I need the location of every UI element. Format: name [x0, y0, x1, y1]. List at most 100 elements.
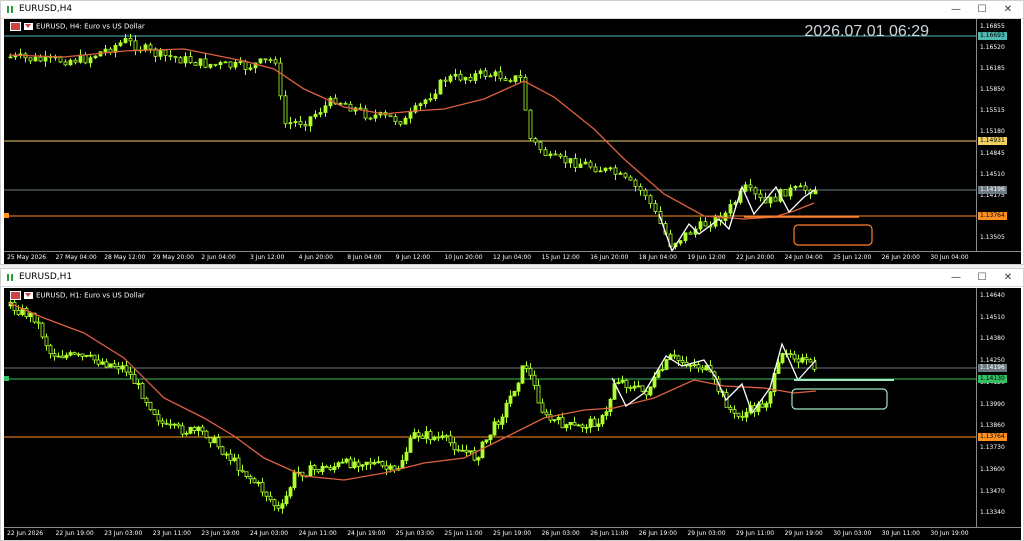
candle-body	[498, 71, 503, 80]
h1-time-scale[interactable]: 22 Jun 2026 22 Jun 19:00 23 Jun 03:00 23 Ju…	[4, 527, 1021, 540]
candle-body	[468, 76, 473, 81]
candle-body	[80, 353, 85, 357]
candle-body	[158, 49, 163, 57]
level-marker	[4, 376, 9, 381]
candle-body	[316, 469, 321, 473]
candle-body	[56, 355, 61, 358]
h1-price-scale[interactable]: 1.146401.145101.143801.142501.141201.139…	[976, 288, 1021, 527]
time-tick-label: 29 May 20:00	[152, 254, 194, 261]
time-tick-label: 29 Jun 03:00	[687, 530, 726, 537]
h4-title-bar[interactable]: EURUSD,H4 — ☐ ✕	[1, 1, 1023, 19]
candle-body	[758, 193, 763, 199]
price-tick-label: 1.14640	[980, 292, 1005, 299]
candle-body	[93, 55, 98, 59]
price-level-tag: 1.14130	[978, 375, 1007, 383]
candle-body	[560, 417, 565, 429]
h4-window-title: EURUSD,H4	[19, 4, 73, 14]
candle-body	[478, 70, 483, 75]
candle-body	[473, 73, 478, 81]
candle-body	[532, 374, 537, 386]
candle-body	[628, 387, 633, 389]
h4-price-scale[interactable]: 1.16855 1.16520 1.16185 1.15850 1.15515 1.151…	[976, 19, 1021, 251]
candle-body	[436, 436, 441, 439]
candle-body	[423, 99, 428, 105]
candle-body	[256, 482, 261, 484]
h4-chart-area[interactable]: EURUSD, H4: Euro vs US Dollar 2026.07.01…	[4, 19, 1021, 264]
candle-body	[63, 61, 68, 66]
candle-body	[552, 419, 557, 422]
candle-body	[288, 487, 293, 497]
candle-body	[118, 42, 123, 46]
h1-window-title: EURUSD,H1	[19, 272, 73, 282]
candle-body	[28, 312, 33, 318]
time-tick-label: 18 Jun 04:00	[638, 254, 677, 261]
price-tick-label: 1.13990	[980, 400, 1005, 408]
moving-average-line	[8, 302, 817, 481]
candle-body	[764, 402, 769, 408]
candle-body	[200, 426, 205, 432]
h4-time-scale[interactable]: 25 May 2026 27 May 04:00 28 May 12:00 29 Ma…	[4, 251, 1021, 264]
candle-body	[623, 172, 628, 178]
close-button[interactable]: ✕	[997, 270, 1019, 285]
candle-body	[688, 364, 693, 367]
time-tick-label: 3 Jun 12:00	[250, 254, 285, 261]
time-tick-label: 2 Jun 04:00	[201, 254, 236, 261]
candle-body	[803, 185, 808, 191]
candle-body	[443, 79, 448, 82]
candle-body	[648, 195, 653, 205]
candle-body	[236, 457, 241, 471]
candle-body	[73, 59, 78, 63]
h4-chart-window[interactable]: EURUSD,H4 — ☐ ✕ EURUSD, H4: Euro vs US D…	[0, 0, 1024, 265]
candle-body	[438, 79, 443, 95]
candle-body	[43, 56, 48, 62]
candle-body	[213, 63, 218, 66]
h4-chart-canvas[interactable]	[4, 19, 976, 251]
maximize-button[interactable]: ☐	[971, 270, 993, 285]
candle-body	[553, 153, 558, 156]
price-tick-label: 1.13730	[980, 444, 1005, 452]
candle-body	[723, 212, 728, 221]
candle-body	[456, 449, 461, 452]
minimize-button[interactable]: —	[945, 2, 967, 17]
candle-body	[388, 114, 393, 118]
candle-body	[620, 379, 625, 383]
close-button[interactable]: ✕	[997, 2, 1019, 17]
candle-body	[136, 383, 141, 385]
candle-body	[140, 383, 145, 399]
price-level-tag: 1.14196	[978, 364, 1007, 372]
price-level-tag: 1.13764	[978, 212, 1007, 220]
candle-body	[793, 186, 798, 189]
candle-body	[448, 75, 453, 82]
candle-body	[16, 310, 21, 315]
price-tick-label: 1.15180	[980, 128, 1005, 136]
candle-body	[596, 423, 601, 427]
candle-body	[598, 170, 603, 173]
candle-body	[628, 176, 633, 181]
candle-body	[728, 204, 733, 214]
candle-body	[340, 461, 345, 464]
candle-body	[676, 355, 681, 361]
candle-body	[308, 465, 313, 477]
price-tick-label: 1.16855	[980, 23, 1005, 30]
candle-body	[332, 466, 337, 471]
candle-body	[216, 437, 221, 448]
h1-chart-window[interactable]: EURUSD,H1 — ☐ ✕ EURUSD, H1: Euro vs US D…	[0, 268, 1024, 541]
candle-body	[356, 461, 361, 467]
candle-body	[588, 418, 593, 428]
candle-body	[212, 437, 217, 444]
candle-body	[416, 432, 421, 437]
candle-body	[813, 190, 818, 195]
h1-chart-area[interactable]: EURUSD, H1: Euro vs US Dollar 1.14640 1.1…	[4, 288, 1021, 540]
candle-body	[563, 155, 568, 164]
candle-body	[276, 505, 281, 509]
candle-body	[636, 385, 641, 388]
candle-body	[604, 411, 609, 416]
candle-body	[428, 431, 433, 441]
candle-body	[556, 417, 561, 421]
candle-body	[564, 424, 569, 429]
h1-chart-canvas[interactable]	[4, 288, 976, 527]
minimize-button[interactable]: —	[945, 270, 967, 285]
time-tick-label: 29 Jun 11:00	[736, 530, 775, 537]
h1-title-bar[interactable]: EURUSD,H1 — ☐ ✕	[1, 269, 1023, 287]
maximize-button[interactable]: ☐	[971, 2, 993, 17]
